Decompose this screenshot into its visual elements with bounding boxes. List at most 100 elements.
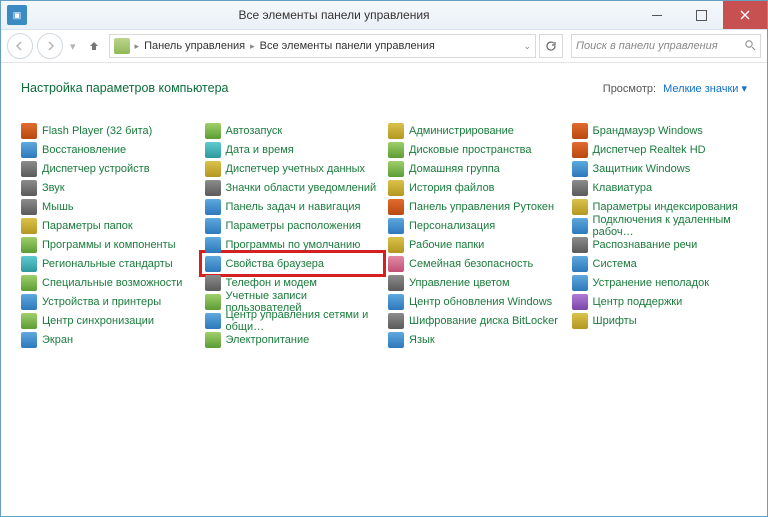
work-folders-icon — [388, 237, 404, 253]
item-label: Панель задач и навигация — [226, 201, 361, 213]
maximize-button[interactable] — [679, 1, 723, 29]
item-label: Центр управления сетями и общи… — [226, 309, 381, 333]
item-label: Центр синхронизации — [42, 315, 154, 327]
control-panel-item[interactable]: Автозапуск — [205, 121, 381, 140]
item-label: Язык — [409, 334, 435, 346]
firewall-icon — [572, 123, 588, 139]
control-panel-item[interactable]: Устранение неполадок — [572, 273, 748, 292]
control-panel-item[interactable]: Диспетчер устройств — [21, 159, 197, 178]
item-label: Региональные стандарты — [42, 258, 173, 270]
control-panel-item[interactable]: Программы и компоненты — [21, 235, 197, 254]
up-button[interactable] — [83, 35, 105, 57]
item-label: Значки области уведомлений — [226, 182, 377, 194]
chevron-right-icon: ▸ — [249, 41, 256, 52]
control-panel-item[interactable]: Панель управления Рутокен — [388, 197, 564, 216]
control-panel-item[interactable]: Центр обновления Windows — [388, 292, 564, 311]
back-button[interactable] — [7, 33, 33, 59]
bitlocker-icon — [388, 313, 404, 329]
control-panel-item[interactable]: Параметры расположения — [205, 216, 381, 235]
action-center-icon — [572, 294, 588, 310]
control-panel-item[interactable]: Восстановление — [21, 140, 197, 159]
control-panel-item[interactable]: Шифрование диска BitLocker — [388, 311, 564, 330]
control-panel-item[interactable]: Центр поддержки — [572, 292, 748, 311]
control-panel-item[interactable]: Персонализация — [388, 216, 564, 235]
refresh-button[interactable] — [539, 34, 563, 58]
breadcrumb-root[interactable]: Панель управления — [144, 40, 245, 52]
control-panel-item[interactable]: Дата и время — [205, 140, 381, 159]
location-icon — [205, 218, 221, 234]
item-label: Диспетчер учетных данных — [226, 163, 366, 175]
address-dropdown[interactable]: ⌄ — [523, 41, 531, 52]
control-panel-item[interactable]: Центр синхронизации — [21, 311, 197, 330]
control-panel-item[interactable]: Экран — [21, 330, 197, 349]
control-panel-item[interactable]: Администрирование — [388, 121, 564, 140]
control-panel-item[interactable]: Дисковые пространства — [388, 140, 564, 159]
control-panel-item[interactable]: Защитник Windows — [572, 159, 748, 178]
control-panel-item[interactable]: Панель задач и навигация — [205, 197, 381, 216]
control-panel-item[interactable]: Домашняя группа — [388, 159, 564, 178]
breadcrumb-current[interactable]: Все элементы панели управления — [260, 40, 435, 52]
homegroup-icon — [388, 161, 404, 177]
control-panel-item[interactable]: Язык — [388, 330, 564, 349]
control-panel-item[interactable]: Мышь — [21, 197, 197, 216]
control-panel-item[interactable]: Диспетчер учетных данных — [205, 159, 381, 178]
view-by-value[interactable]: Мелкие значки ▾ — [663, 83, 747, 95]
realtek-icon — [572, 142, 588, 158]
control-panel-item[interactable]: Flash Player (32 бита) — [21, 121, 197, 140]
control-panel-item[interactable]: Свойства браузера — [205, 254, 381, 273]
control-panel-item[interactable]: Распознавание речи — [572, 235, 748, 254]
view-by-label: Просмотр: — [603, 83, 656, 95]
item-label: Восстановление — [42, 144, 126, 156]
control-panel-item[interactable]: Подключения к удаленным рабоч… — [572, 216, 748, 235]
control-panel-item[interactable]: Устройства и принтеры — [21, 292, 197, 311]
forward-button[interactable] — [37, 33, 63, 59]
item-label: Клавиатура — [593, 182, 653, 194]
item-label: Устройства и принтеры — [42, 296, 161, 308]
item-label: Программы по умолчанию — [226, 239, 361, 251]
item-label: Специальные возможности — [42, 277, 182, 289]
storage-spaces-icon — [388, 142, 404, 158]
cred-manager-icon — [205, 161, 221, 177]
item-label: Автозапуск — [226, 125, 283, 137]
color-mgmt-icon — [388, 275, 404, 291]
search-input[interactable]: Поиск в панели управления — [571, 34, 761, 58]
minimize-button[interactable] — [635, 1, 679, 29]
control-panel-item[interactable]: Диспетчер Realtek HD — [572, 140, 748, 159]
user-accounts-icon — [205, 294, 221, 310]
control-panel-item[interactable]: Рабочие папки — [388, 235, 564, 254]
item-label: Центр обновления Windows — [409, 296, 552, 308]
control-panel-item[interactable]: Специальные возможности — [21, 273, 197, 292]
control-panel-item[interactable]: Центр управления сетями и общи… — [205, 311, 381, 330]
control-panel-item[interactable]: Параметры папок — [21, 216, 197, 235]
control-panel-item[interactable]: Брандмауэр Windows — [572, 121, 748, 140]
control-panel-item[interactable]: Клавиатура — [572, 178, 748, 197]
address-bar[interactable]: ▸ Панель управления ▸ Все элементы панел… — [109, 34, 536, 58]
personalization-icon — [388, 218, 404, 234]
language-icon — [388, 332, 404, 348]
view-by-control[interactable]: Просмотр: Мелкие значки ▾ — [603, 82, 747, 95]
control-panel-item[interactable]: Семейная безопасность — [388, 254, 564, 273]
control-panel-item[interactable]: История файлов — [388, 178, 564, 197]
control-panel-item[interactable]: Звук — [21, 178, 197, 197]
family-safety-icon — [388, 256, 404, 272]
control-panel-item[interactable]: Электропитание — [205, 330, 381, 349]
item-label: Администрирование — [409, 125, 514, 137]
recovery-icon — [21, 142, 37, 158]
control-panel-item[interactable]: Система — [572, 254, 748, 273]
control-panel-item[interactable]: Управление цветом — [388, 273, 564, 292]
troubleshoot-icon — [572, 275, 588, 291]
ease-access-icon — [21, 275, 37, 291]
window-title: Все элементы панели управления — [33, 8, 635, 22]
history-dropdown[interactable]: ▾ — [67, 40, 79, 53]
control-panel-item[interactable]: Значки области уведомлений — [205, 178, 381, 197]
item-label: Диспетчер Realtek HD — [593, 144, 706, 156]
control-panel-item[interactable]: Шрифты — [572, 311, 748, 330]
item-label: Подключения к удаленным рабоч… — [593, 214, 748, 238]
taskbar-icon — [205, 199, 221, 215]
item-label: Управление цветом — [409, 277, 510, 289]
column: Flash Player (32 бита) Восстановление Дисп… — [21, 121, 197, 349]
titlebar: ▣ Все элементы панели управления — [1, 1, 767, 30]
control-panel-item[interactable]: Региональные стандарты — [21, 254, 197, 273]
close-button[interactable] — [723, 1, 767, 29]
region-icon — [21, 256, 37, 272]
